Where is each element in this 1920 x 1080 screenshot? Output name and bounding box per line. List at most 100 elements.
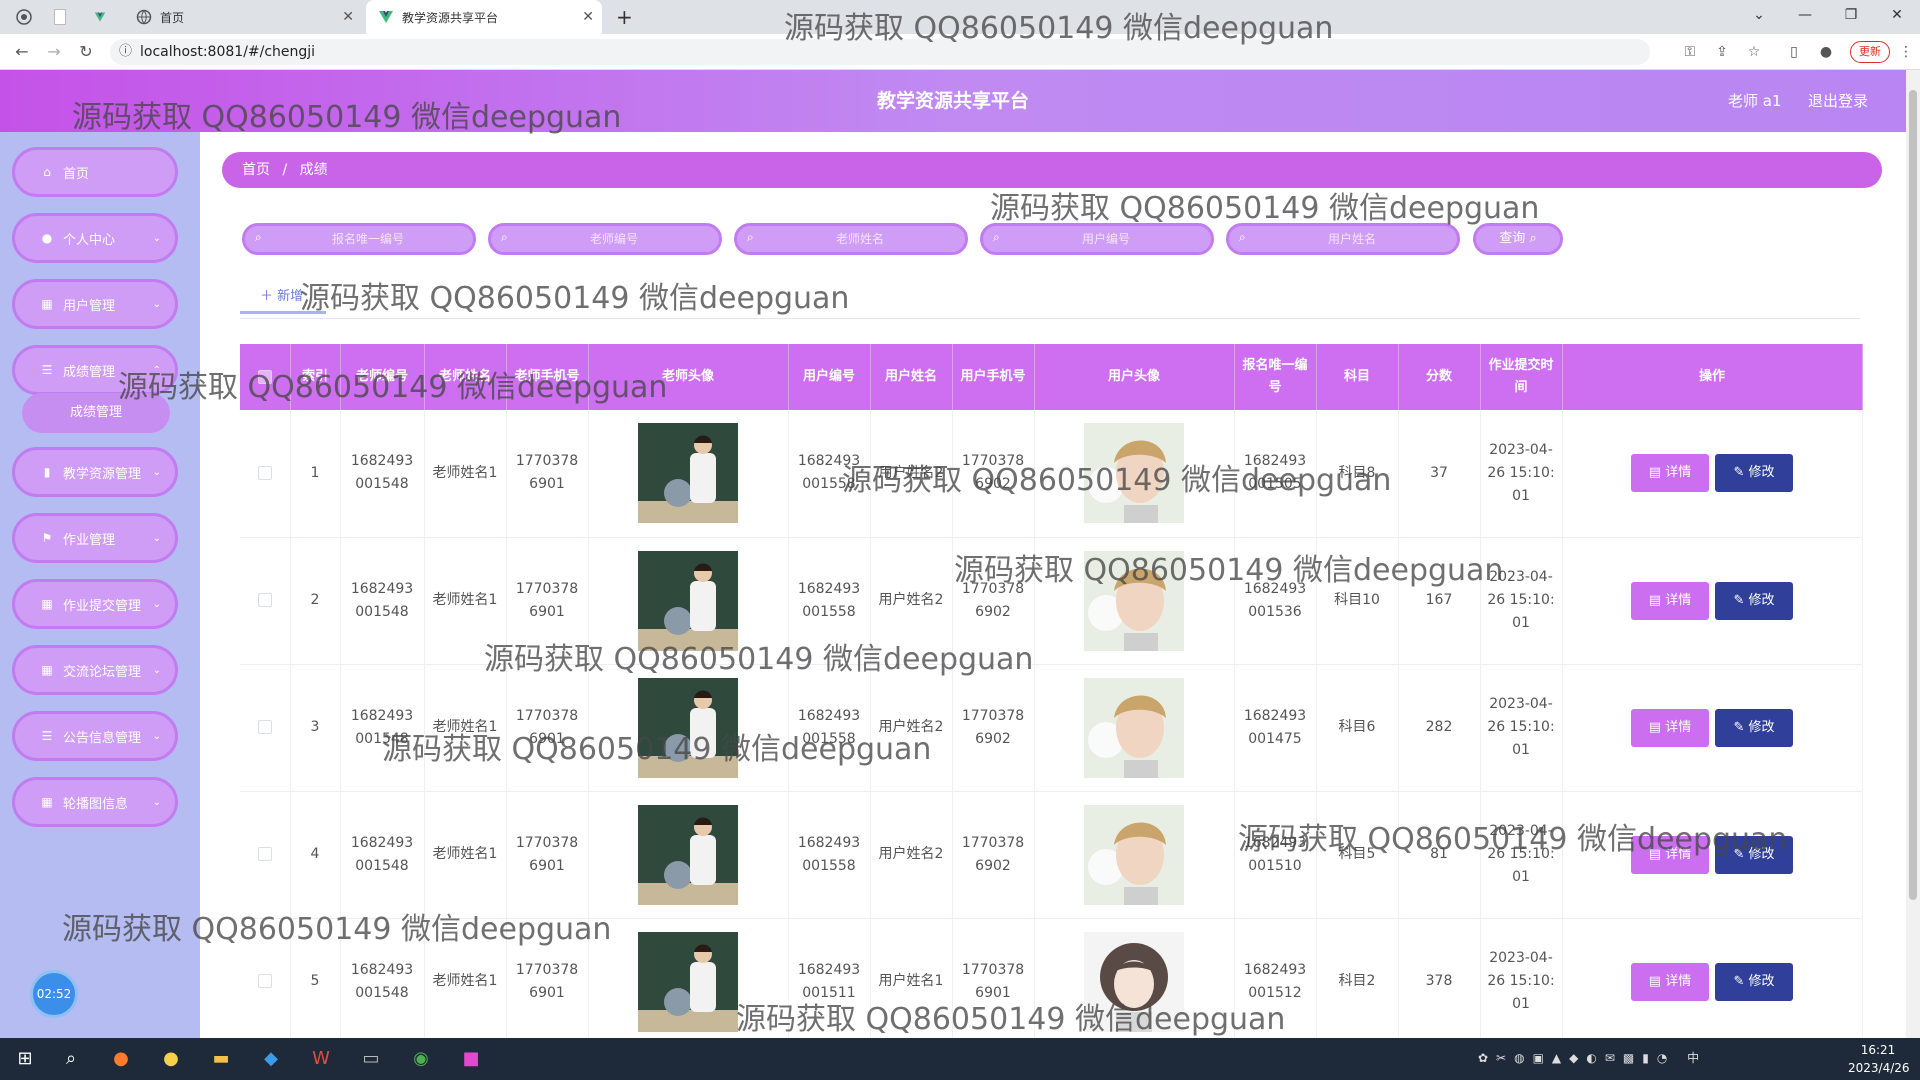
update-button[interactable]: 更新	[1850, 41, 1890, 63]
share-icon[interactable]: ⇪	[1712, 42, 1732, 62]
tab-blank[interactable]	[54, 0, 74, 34]
restore-icon[interactable]: ❐	[1828, 0, 1874, 30]
system-tray[interactable]: ✿✂◍▣▲◆◐✉▩▮◔ 中	[1478, 1049, 1818, 1069]
row-checkbox[interactable]	[257, 593, 272, 607]
back-arrow-icon[interactable]: ←	[10, 40, 34, 64]
forward-arrow-icon[interactable]: →	[42, 40, 66, 64]
edit-button[interactable]: ✎ 修改	[1715, 835, 1793, 874]
search-signup-no-input[interactable]	[273, 228, 463, 250]
search-teacher-name[interactable]: ⌕	[734, 223, 968, 255]
file-explorer-icon[interactable]: ▬	[206, 1044, 236, 1074]
row-select-cell[interactable]	[240, 410, 291, 538]
chevron-down-icon: ⌄	[152, 298, 161, 310]
tab-close-icon[interactable]: ✕	[342, 9, 354, 25]
select-all-checkbox[interactable]	[257, 369, 272, 384]
key-icon[interactable]: ⚿	[1680, 42, 1700, 62]
chrome-icon[interactable]: ◉	[406, 1044, 436, 1074]
ide-icon[interactable]: ■	[456, 1044, 486, 1074]
vscode-icon[interactable]: ◆	[256, 1044, 286, 1074]
cell-teacher-name: 老师姓名1	[424, 918, 507, 1046]
sidebar-item-personal-center[interactable]: ● 个人中心 ⌄	[12, 213, 178, 263]
sidebar-item-announcements[interactable]: ☰ 公告信息管理 ⌄	[12, 711, 178, 761]
detail-button[interactable]: ▤ 详情	[1631, 454, 1709, 493]
chart-icon: ▮	[43, 465, 51, 479]
detail-button[interactable]: ▤ 详情	[1631, 581, 1709, 620]
edit-button[interactable]: ✎ 修改	[1715, 708, 1793, 747]
sidebar-item-carousel[interactable]: ▦ 轮播图信息 ⌄	[12, 777, 178, 827]
tab-close-icon[interactable]: ✕	[582, 9, 594, 25]
row-checkbox[interactable]	[257, 974, 272, 988]
scrollbar-thumb[interactable]	[1909, 90, 1917, 900]
table-row[interactable]: 3 1682493001548 老师姓名1 17703786901 1682493001…	[240, 664, 1863, 792]
taskbar-clock[interactable]: 16:21 2023/4/26	[1848, 1041, 1910, 1077]
ime-indicator[interactable]: 中	[1687, 1051, 1707, 1065]
sidebar-item-user-management[interactable]: ▦ 用户管理 ⌄	[12, 279, 178, 329]
address-bar[interactable]: ⓘ localhost:8081/#/chengji	[110, 39, 1650, 65]
row-select-cell[interactable]	[240, 664, 291, 792]
row-checkbox[interactable]	[257, 465, 272, 480]
close-window-icon[interactable]: ✕	[1874, 0, 1920, 30]
breadcrumb-home[interactable]: 首页	[242, 162, 270, 178]
sidebar-item-forum[interactable]: ▦ 交流论坛管理 ⌄	[12, 645, 178, 695]
menu-dots-icon[interactable]: ⋮	[1896, 42, 1916, 62]
search-teacher-no[interactable]: ⌕	[488, 223, 722, 255]
clock-widget[interactable]: 02:52	[30, 970, 78, 1018]
search-user-no[interactable]: ⌕	[980, 223, 1214, 255]
sidebar-item-score-management[interactable]: ☰ 成绩管理 ⌃	[12, 345, 178, 395]
row-select-cell[interactable]	[240, 791, 291, 919]
reload-icon[interactable]: ↻	[74, 40, 98, 64]
search-signup-no[interactable]: ⌕	[242, 223, 476, 255]
edit-button[interactable]: ✎ 修改	[1715, 962, 1793, 1001]
sidebar-item-home[interactable]: ⌂ 首页	[12, 147, 178, 197]
new-tab-button[interactable]: +	[616, 0, 636, 34]
detail-button[interactable]: ▤ 详情	[1631, 835, 1709, 874]
wps-icon[interactable]: W	[306, 1044, 336, 1074]
table-row[interactable]: 4 1682493001548 老师姓名1 17703786901 1682493001…	[240, 791, 1863, 919]
flag-icon: ⚑	[41, 531, 53, 545]
tab-home[interactable]: 首页 ✕	[126, 0, 362, 34]
search-user-name[interactable]: ⌕	[1226, 223, 1460, 255]
page-scrollbar[interactable]	[1906, 70, 1920, 1038]
row-checkbox[interactable]	[257, 720, 272, 734]
query-button[interactable]: 查询 ⌕	[1473, 223, 1563, 255]
firefox-icon[interactable]: ●	[106, 1044, 136, 1074]
tab-platform[interactable]: 教学资源共享平台 ✕	[366, 0, 602, 34]
minimize-icon[interactable]: —	[1782, 0, 1828, 30]
table-row[interactable]: 1 1682493001548 老师姓名1 17703786901 1682493001…	[240, 410, 1863, 538]
tab-vue[interactable]	[94, 0, 114, 34]
detail-button[interactable]: ▤ 详情	[1631, 962, 1709, 1001]
add-button[interactable]: ＋ 新增	[240, 280, 326, 314]
search-user-name-input[interactable]	[1257, 228, 1447, 250]
side-panel-icon[interactable]: ▯	[1784, 42, 1804, 62]
row-select-cell[interactable]	[240, 537, 291, 665]
site-info-icon[interactable]: ⓘ	[119, 39, 132, 65]
table-row[interactable]: 2 1682493001548 老师姓名1 17703786901 1682493001…	[240, 537, 1863, 665]
search-user-no-input[interactable]	[1011, 228, 1201, 250]
row-select-cell[interactable]	[240, 918, 291, 1046]
sidebar-item-homework-submission[interactable]: ▦ 作业提交管理 ⌄	[12, 579, 178, 629]
cell-teacher-name: 老师姓名1	[424, 537, 507, 665]
app-icon[interactable]: ●	[156, 1044, 186, 1074]
sidebar-item-teaching-resources[interactable]: ▮ 教学资源管理 ⌄	[12, 447, 178, 497]
edit-button[interactable]: ✎ 修改	[1715, 581, 1793, 620]
select-all-header[interactable]	[240, 344, 291, 410]
terminal-icon[interactable]: ▭	[356, 1044, 386, 1074]
row-checkbox[interactable]	[257, 847, 272, 861]
tab-icon-chrome[interactable]	[16, 0, 40, 34]
column-header: 用户编号	[788, 344, 871, 410]
detail-button[interactable]: ▤ 详情	[1631, 708, 1709, 747]
search-teacher-name-input[interactable]	[765, 228, 955, 250]
sidebar-item-homework[interactable]: ⚑ 作业管理 ⌄	[12, 513, 178, 563]
search-teacher-no-input[interactable]	[519, 228, 709, 250]
submenu-item-score-management[interactable]: 成绩管理	[22, 393, 170, 433]
cell-user-phone: 17703786901	[952, 918, 1035, 1046]
bookmark-star-icon[interactable]: ☆	[1744, 42, 1764, 62]
profile-icon[interactable]: ●	[1816, 42, 1836, 62]
tray-icons[interactable]: ✿✂◍▣▲◆◐✉▩▮◔	[1478, 1051, 1675, 1065]
search-icon[interactable]: ⌕	[56, 1044, 86, 1074]
tab-search-chevron-icon[interactable]: ⌄	[1736, 0, 1782, 30]
edit-button[interactable]: ✎ 修改	[1715, 454, 1793, 493]
windows-start-icon[interactable]: ⊞	[10, 1044, 40, 1074]
table-row[interactable]: 5 1682493001548 老师姓名1 17703786901 1682493001…	[240, 918, 1863, 1046]
logout-link[interactable]: 退出登录	[1808, 70, 1868, 132]
